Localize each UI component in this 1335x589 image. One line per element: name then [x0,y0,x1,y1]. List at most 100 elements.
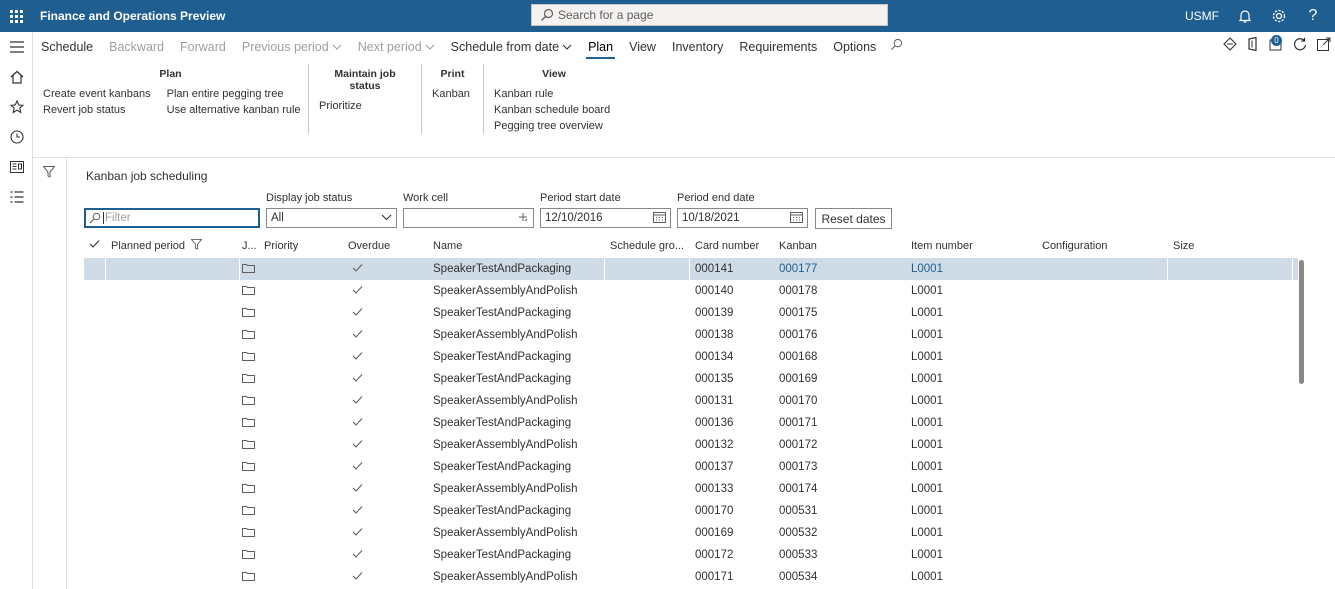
cell-item-number[interactable]: L0001 [911,368,1031,390]
cell-item-number[interactable]: L0001 [911,522,1031,544]
quick-filter-input[interactable]: Filter [84,208,260,228]
cell-name[interactable]: SpeakerTestAndPackaging [433,500,605,522]
cell-schedule-group[interactable] [605,566,690,588]
column-priority[interactable]: Priority [264,236,298,257]
use-alternative-kanban-rule-button[interactable]: Use alternative kanban rule [167,102,301,118]
cell-name[interactable]: SpeakerTestAndPackaging [433,544,605,566]
diamond-icon[interactable] [1223,37,1237,54]
cell-schedule-group[interactable] [605,368,690,390]
action-search-icon[interactable] [884,32,909,62]
cell-configuration[interactable] [1037,258,1168,280]
table-row[interactable]: SpeakerAssemblyAndPolish 000138 000176 L000… [84,324,1298,346]
tab-schedule-from-date[interactable]: Schedule from date [443,32,580,62]
recent-clock-icon[interactable] [0,122,33,152]
cell-name[interactable]: SpeakerTestAndPackaging [433,346,605,368]
cell-schedule-group[interactable] [605,280,690,302]
cell-name[interactable]: SpeakerAssemblyAndPolish [433,566,605,588]
reset-dates-button[interactable]: Reset dates [815,208,892,229]
cell-priority[interactable] [264,544,344,566]
cell-size[interactable] [1168,302,1293,324]
open-new-window-icon[interactable] [1317,37,1331,54]
table-row[interactable]: SpeakerAssemblyAndPolish 000171 000534 L000… [84,566,1298,588]
gear-icon[interactable] [1271,8,1287,24]
cell-planned-period[interactable] [106,500,240,522]
column-overdue[interactable]: Overdue [348,236,390,257]
cell-size[interactable] [1168,500,1293,522]
cell-priority[interactable] [264,566,344,588]
cell-planned-period[interactable] [106,456,240,478]
cell-planned-period[interactable] [106,390,240,412]
table-row[interactable]: SpeakerTestAndPackaging 000136 000171 L0001 [84,412,1298,434]
cell-card-number[interactable]: 000134 [695,346,775,368]
cell-configuration[interactable] [1037,280,1168,302]
cell-kanban[interactable]: 000531 [779,500,899,522]
tab-requirements[interactable]: Requirements [731,32,825,62]
column-size[interactable]: Size [1173,236,1194,257]
cell-item-number[interactable]: L0001 [911,544,1031,566]
cell-card-number[interactable]: 000138 [695,324,775,346]
message-center-icon[interactable]: 0 [1269,35,1283,54]
column-planned-period[interactable]: Planned period [111,236,203,257]
cell-kanban[interactable]: 000168 [779,346,899,368]
cell-name[interactable]: SpeakerAssemblyAndPolish [433,478,605,500]
cell-kanban[interactable]: 000169 [779,368,899,390]
cell-kanban[interactable]: 000174 [779,478,899,500]
cell-kanban[interactable]: 000173 [779,456,899,478]
cell-planned-period[interactable] [106,324,240,346]
table-row[interactable]: SpeakerTestAndPackaging 000134 000168 L0001 [84,346,1298,368]
office-icon[interactable] [1247,36,1259,54]
column-schedule-group[interactable]: Schedule gro... [610,236,690,257]
cell-kanban[interactable]: 000533 [779,544,899,566]
cell-size[interactable] [1168,280,1293,302]
cell-configuration[interactable] [1037,390,1168,412]
cell-planned-period[interactable] [106,566,240,588]
cell-name[interactable]: SpeakerTestAndPackaging [433,412,605,434]
cell-priority[interactable] [264,346,344,368]
cell-card-number[interactable]: 000141 [695,258,775,280]
hamburger-icon[interactable] [0,32,33,62]
cell-priority[interactable] [264,258,344,280]
cell-schedule-group[interactable] [605,500,690,522]
cell-size[interactable] [1168,544,1293,566]
cell-kanban[interactable]: 000170 [779,390,899,412]
tab-inventory[interactable]: Inventory [664,32,731,62]
cell-item-number[interactable]: L0001 [911,478,1031,500]
cell-planned-period[interactable] [106,258,240,280]
cell-priority[interactable] [264,434,344,456]
cell-priority[interactable] [264,324,344,346]
cell-name[interactable]: SpeakerTestAndPackaging [433,456,605,478]
cell-item-number[interactable]: L0001 [911,434,1031,456]
work-cell-input[interactable] [403,208,534,228]
select-all-checkmark-icon[interactable] [89,236,100,257]
cell-kanban[interactable]: 000178 [779,280,899,302]
cell-configuration[interactable] [1037,412,1168,434]
refresh-icon[interactable] [1293,37,1307,54]
table-row[interactable]: SpeakerTestAndPackaging 000139 000175 L0001 [84,302,1298,324]
table-row[interactable]: SpeakerTestAndPackaging 000137 000173 L0001 [84,456,1298,478]
cell-schedule-group[interactable] [605,346,690,368]
column-job-type[interactable]: J... [242,236,257,257]
cell-item-number[interactable]: L0001 [911,412,1031,434]
cell-schedule-group[interactable] [605,478,690,500]
cell-planned-period[interactable] [106,522,240,544]
cell-configuration[interactable] [1037,368,1168,390]
cell-planned-period[interactable] [106,302,240,324]
table-row[interactable]: SpeakerTestAndPackaging 000170 000531 L0001 [84,500,1298,522]
cell-configuration[interactable] [1037,522,1168,544]
tab-next-period[interactable]: Next period [350,32,443,62]
cell-item-number[interactable]: L0001 [911,324,1031,346]
tab-options[interactable]: Options [825,32,884,62]
company-picker[interactable]: USMF [1185,9,1219,23]
create-event-kanbans-button[interactable]: Create event kanbans [43,86,151,102]
cell-priority[interactable] [264,478,344,500]
period-end-date-input[interactable]: 10/18/2021 [677,208,808,228]
cell-name[interactable]: SpeakerAssemblyAndPolish [433,280,605,302]
cell-size[interactable] [1168,434,1293,456]
cell-card-number[interactable]: 000137 [695,456,775,478]
cell-priority[interactable] [264,456,344,478]
cell-kanban[interactable]: 000177 [779,258,899,280]
column-name[interactable]: Name [433,236,462,257]
cell-card-number[interactable]: 000136 [695,412,775,434]
cell-kanban[interactable]: 000171 [779,412,899,434]
cell-priority[interactable] [264,522,344,544]
